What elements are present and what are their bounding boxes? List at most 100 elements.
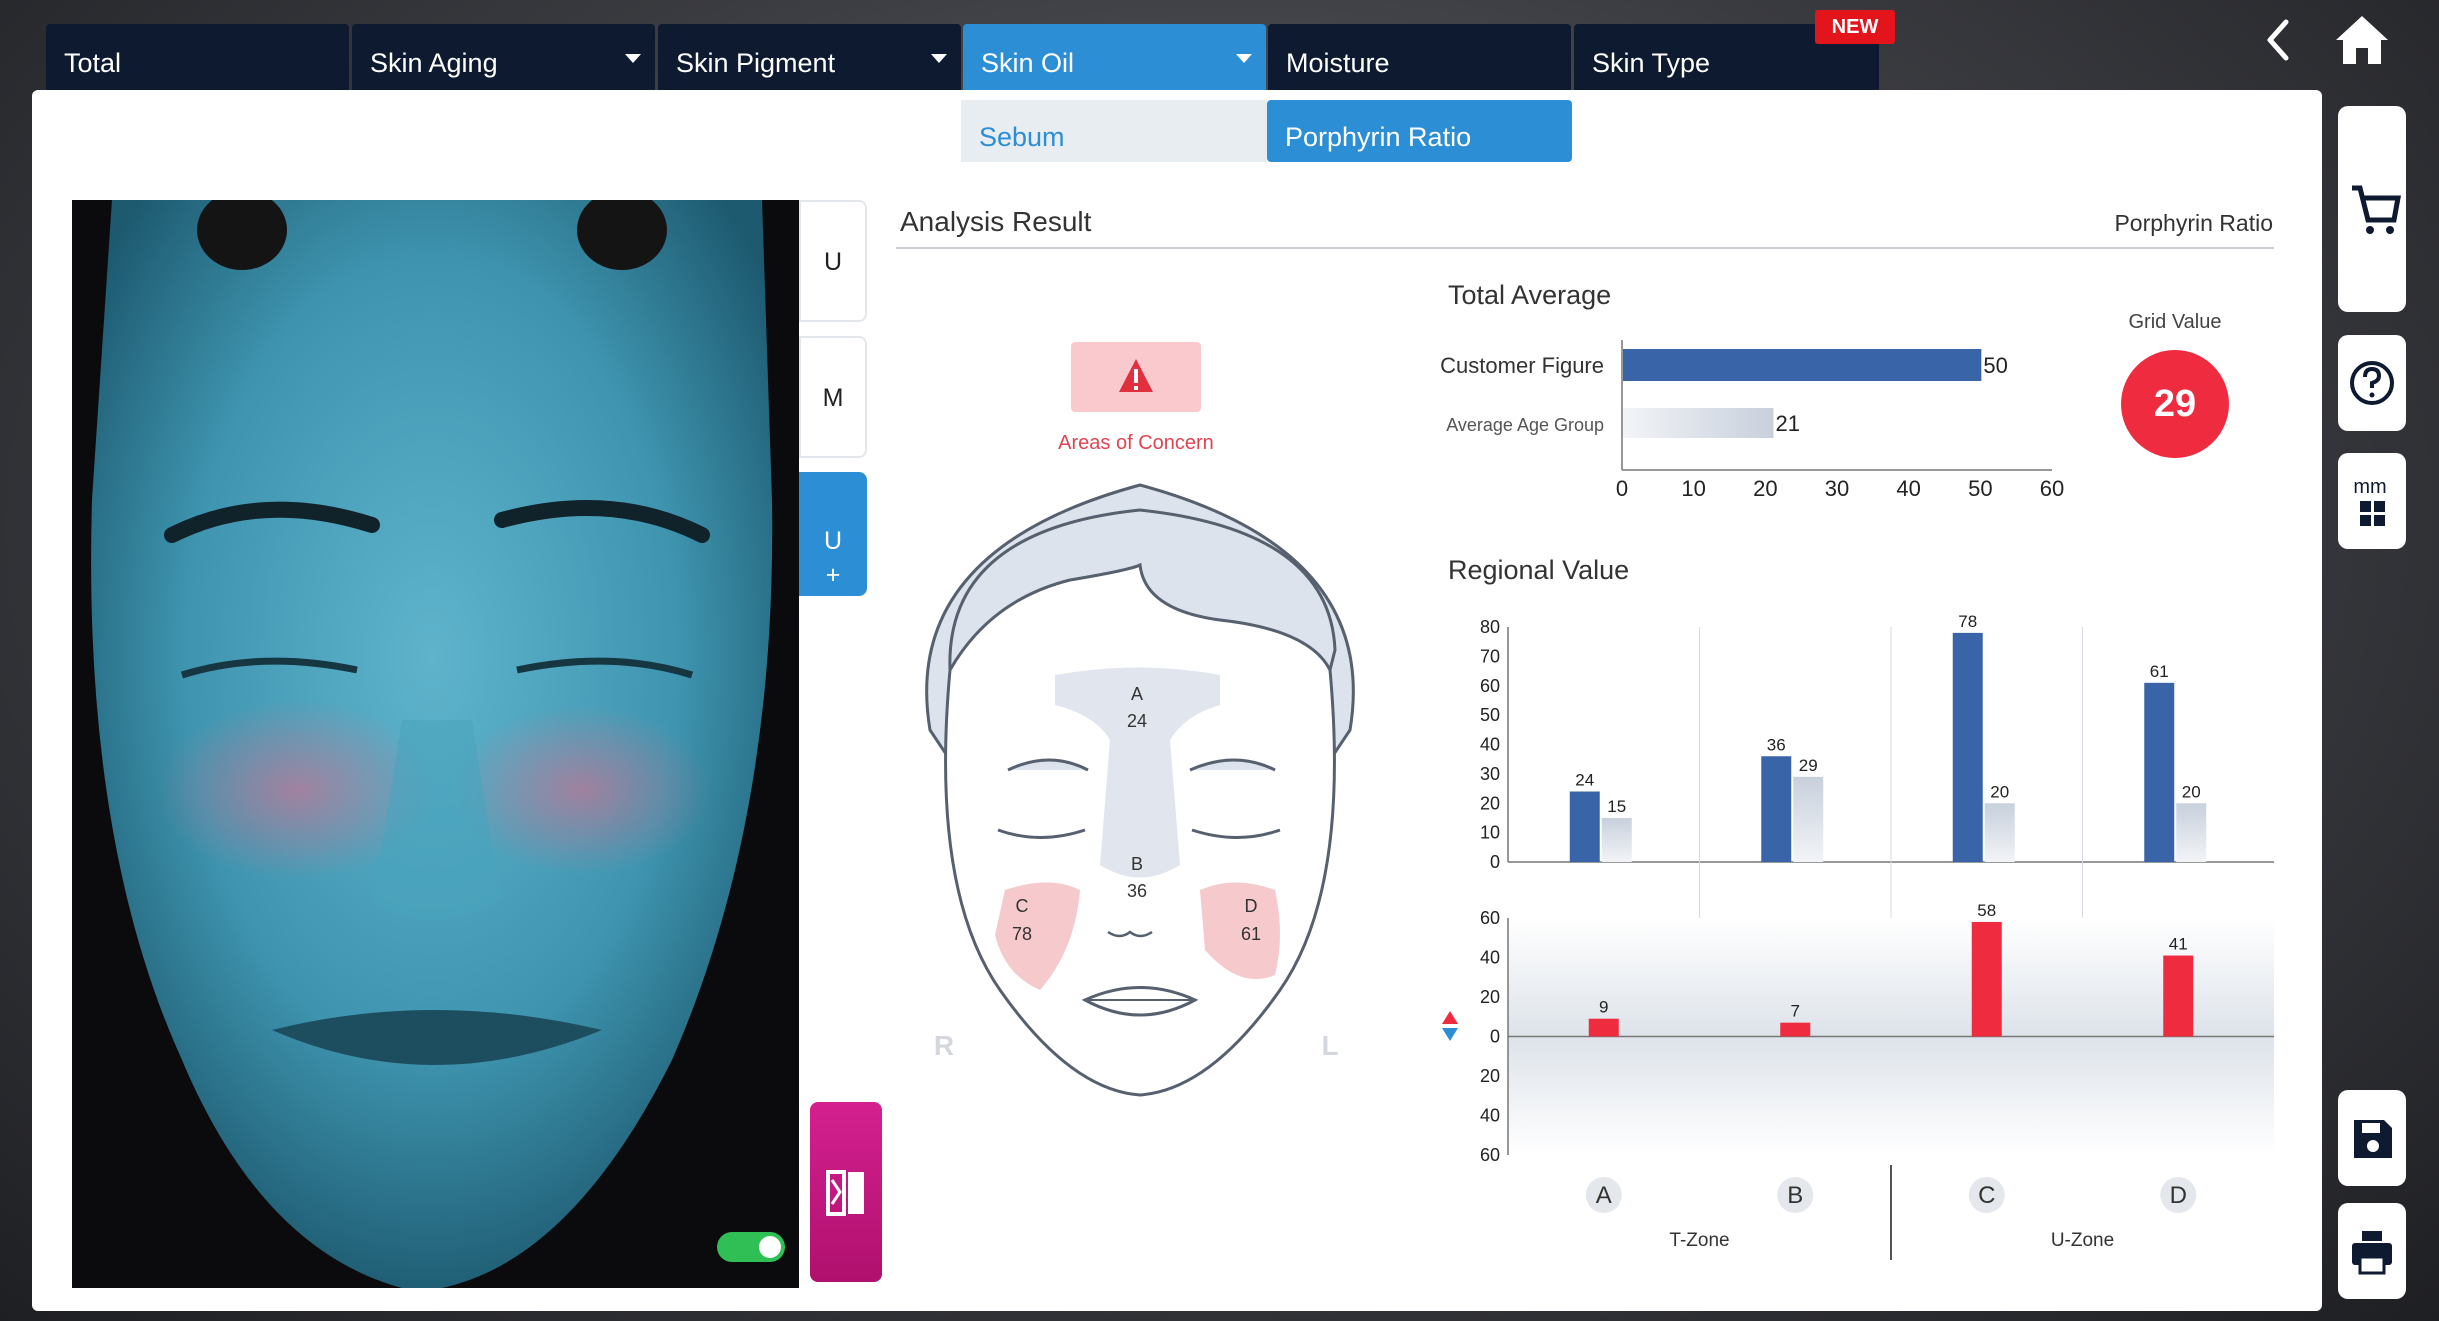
total-average-chart: 50 Customer Figure 21 Average Age Group 0 10 2… xyxy=(1440,340,2064,501)
down-arrow-icon xyxy=(1442,1028,1458,1041)
bar xyxy=(1780,1022,1811,1037)
zone-label: U-Zone xyxy=(2051,1230,2114,1251)
bar xyxy=(1569,791,1600,862)
grid-value-badge: 29 xyxy=(2121,350,2229,458)
help-icon xyxy=(2350,361,2394,405)
data-label: 61 xyxy=(2150,662,2169,681)
tab-label: Skin Pigment xyxy=(676,48,836,78)
total-average-title: Total Average xyxy=(1448,280,1612,310)
tick-label: 60 xyxy=(1480,1145,1500,1165)
tick-label: 20 xyxy=(1480,1066,1500,1086)
tab-skin-oil[interactable]: Skin Oil xyxy=(963,24,1266,90)
category-label: A xyxy=(1596,1182,1612,1209)
mode-label: U xyxy=(823,248,843,276)
bar xyxy=(2163,955,2194,1037)
tab-skin-pigment[interactable]: Skin Pigment xyxy=(658,24,961,90)
bar xyxy=(1761,756,1792,862)
compare-icon xyxy=(826,1170,864,1216)
data-label: 15 xyxy=(1607,797,1626,816)
region-b-id: B xyxy=(1131,854,1143,874)
tick-label: 60 xyxy=(1480,676,1500,696)
warning-icon xyxy=(1119,359,1153,392)
back-icon[interactable] xyxy=(2258,18,2302,62)
subtab-label: Porphyrin Ratio xyxy=(1285,122,1472,152)
cart-button[interactable] xyxy=(2338,106,2406,312)
tick-label: 0 xyxy=(1490,852,1500,872)
data-label: 21 xyxy=(1776,411,1800,436)
tick-label: 30 xyxy=(1825,476,1849,501)
analysis-metric: Porphyrin Ratio xyxy=(2114,210,2273,236)
grid-mm-button[interactable]: mm xyxy=(2338,453,2406,549)
compare-button[interactable] xyxy=(810,1102,882,1282)
home-icon[interactable] xyxy=(2334,12,2390,68)
areas-of-concern-label: Areas of Concern xyxy=(1058,432,1214,454)
tick-label: 20 xyxy=(1480,987,1500,1007)
mode-label: M xyxy=(822,384,844,412)
tick-label: 40 xyxy=(1480,948,1500,968)
region-b-value: 36 xyxy=(1127,881,1147,901)
data-label: 20 xyxy=(2182,782,2201,801)
print-icon xyxy=(2352,1231,2392,1275)
face-photo xyxy=(72,200,799,1288)
mode-m-button[interactable]: M xyxy=(799,336,867,458)
bar xyxy=(1623,349,1982,381)
data-label: 9 xyxy=(1599,998,1608,1017)
side-left-label: L xyxy=(1321,1030,1338,1061)
bar xyxy=(2176,803,2207,862)
bar xyxy=(2144,682,2175,862)
tick-label: 80 xyxy=(1480,617,1500,637)
region-d-id: D xyxy=(1245,896,1258,916)
mode-um-button[interactable]: U + M xyxy=(799,472,867,623)
tick-label: 40 xyxy=(1480,735,1500,755)
region-a-id: A xyxy=(1131,684,1143,704)
subtab-sebum[interactable]: Sebum xyxy=(961,100,1267,162)
tab-skin-aging[interactable]: Skin Aging xyxy=(352,24,655,90)
svg-text:mm: mm xyxy=(2353,476,2386,498)
tab-label: Moisture xyxy=(1286,48,1390,78)
print-button[interactable] xyxy=(2338,1203,2406,1299)
tick-label: 20 xyxy=(1480,793,1500,813)
tick-label: 10 xyxy=(1480,823,1500,843)
tick-label: 70 xyxy=(1480,646,1500,666)
analysis-title: Analysis Result xyxy=(900,206,1092,237)
grid-value-label: Grid Value xyxy=(2128,311,2222,333)
overlay-toggle[interactable] xyxy=(717,1232,785,1262)
areas-of-concern-badge xyxy=(1071,342,1201,412)
tick-label: 60 xyxy=(2040,476,2064,501)
tick-label: 20 xyxy=(1753,476,1777,501)
tick-label: 0 xyxy=(1490,1027,1500,1047)
bar xyxy=(1793,776,1824,862)
tab-moisture[interactable]: Moisture xyxy=(1268,24,1571,90)
chevron-down-icon xyxy=(931,54,947,63)
tick-label: 0 xyxy=(1616,476,1628,501)
category-label: Customer Figure xyxy=(1440,353,1604,378)
tab-label: Skin Type xyxy=(1592,48,1711,78)
region-d-value: 61 xyxy=(1241,924,1261,944)
region-c-value: 78 xyxy=(1012,924,1032,944)
regional-value-chart: 0 10 20 30 40 50 60 70 80 24 36 78 61 15 29 20 20 60 40 20 0… xyxy=(1442,612,2274,1260)
tick-label: 40 xyxy=(1896,476,1920,501)
tick-label: 50 xyxy=(1480,705,1500,725)
save-button[interactable] xyxy=(2338,1090,2406,1186)
tick-label: 10 xyxy=(1681,476,1705,501)
region-c-id: C xyxy=(1016,896,1029,916)
divider xyxy=(896,247,2274,249)
mode-u-button[interactable]: U xyxy=(799,200,867,322)
data-label: 36 xyxy=(1767,735,1786,754)
data-label: 24 xyxy=(1575,771,1594,790)
help-button[interactable] xyxy=(2338,335,2406,431)
chevron-down-icon xyxy=(1236,54,1252,63)
bar xyxy=(1971,921,2002,1037)
up-arrow-icon xyxy=(1442,1011,1458,1024)
bar xyxy=(1588,1018,1619,1037)
zone-label: T-Zone xyxy=(1669,1230,1729,1251)
subtab-porphyrin-ratio[interactable]: Porphyrin Ratio xyxy=(1267,100,1572,162)
category-label: Average Age Group xyxy=(1446,415,1604,435)
data-label: 50 xyxy=(1983,353,2007,378)
tick-label: 60 xyxy=(1480,908,1500,928)
cart-icon xyxy=(2352,185,2401,234)
bar xyxy=(1952,632,1983,862)
chevron-down-icon xyxy=(625,54,641,63)
tab-total[interactable]: Total xyxy=(46,24,349,90)
data-label: 29 xyxy=(1799,756,1818,775)
